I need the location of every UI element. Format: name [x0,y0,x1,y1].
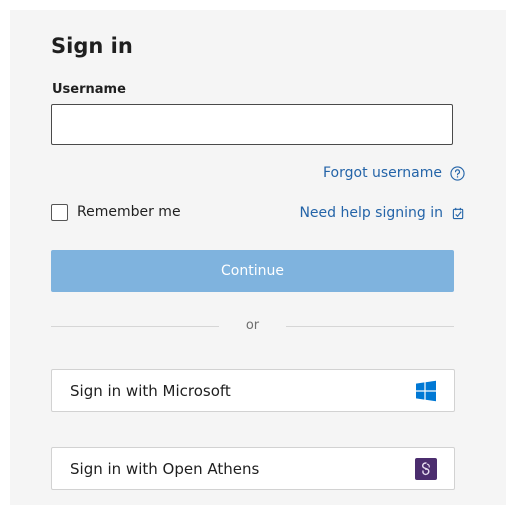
sign-in-open-athens-label: Sign in with Open Athens [70,459,260,478]
external-link-icon [452,207,465,220]
need-help-label: Need help signing in [299,205,443,221]
forgot-username-link[interactable]: Forgot username [323,164,465,182]
divider-line-right [286,325,454,327]
or-divider: or [51,316,454,336]
continue-button[interactable]: Continue [51,250,454,292]
remember-me-toggle[interactable]: Remember me [51,203,181,221]
remember-me-checkbox[interactable] [51,203,68,221]
or-text: or [245,318,260,333]
divider-line-left [51,325,219,327]
remember-me-label: Remember me [77,204,181,220]
username-label: Username [52,82,126,97]
need-help-link[interactable]: Need help signing in [299,204,465,222]
sign-in-microsoft-button[interactable]: Sign in with Microsoft [51,369,455,412]
username-input[interactable] [51,104,453,145]
page: Sign in Username Forgot username Remembe… [0,0,506,505]
page-title: Sign in [51,34,133,58]
question-circle-icon [450,165,465,181]
sign-in-microsoft-label: Sign in with Microsoft [70,381,231,400]
forgot-username-label: Forgot username [322,165,442,181]
open-athens-logo-icon [415,457,437,480]
windows-logo-icon [415,380,437,402]
sign-in-open-athens-button[interactable]: Sign in with Open Athens [51,447,455,490]
